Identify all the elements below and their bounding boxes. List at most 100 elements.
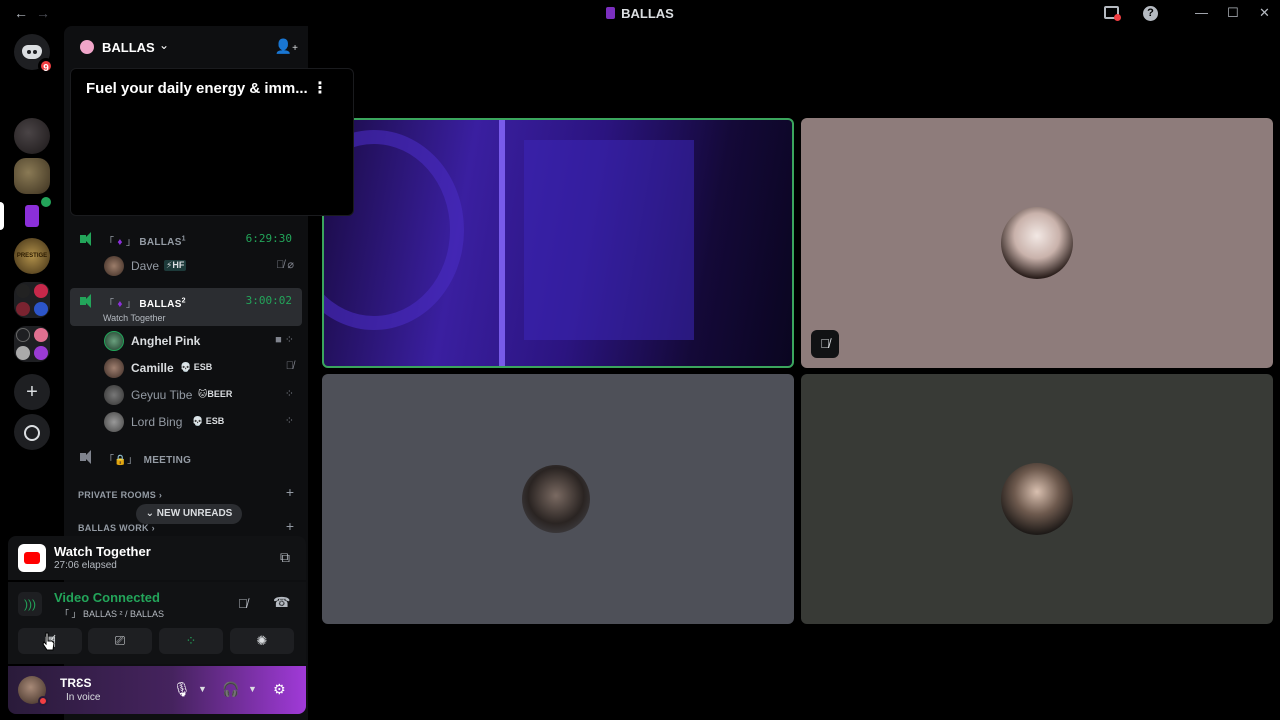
voice-user-name: Camille — [131, 361, 174, 375]
window-title-text: BALLAS — [621, 6, 674, 21]
user-tag: 💀 ESB — [180, 362, 213, 372]
folder-server-icon — [16, 346, 30, 360]
new-unreads-button[interactable]: ⌄ NEW UNREADS — [136, 504, 242, 524]
channel-timer: 3:00:02 — [245, 294, 292, 307]
voice-user-name: Dave — [131, 259, 160, 273]
voice-location[interactable]: 「 」 BALLAS ² / BALLAS — [60, 607, 164, 620]
voice-user[interactable]: Lord Bing 💀 ESB ⁘ — [104, 410, 302, 434]
folder-server-icon — [34, 346, 48, 360]
voice-user[interactable]: Geyuu Tibe 🐱BEER ⁘ — [104, 383, 302, 407]
speaker-icon — [80, 232, 94, 246]
channel-activity: Watch Together — [103, 313, 166, 323]
participant-tile[interactable] — [801, 374, 1273, 624]
more-options-icon[interactable]: ⋮ — [312, 78, 328, 98]
activities-button[interactable]: ⁘ — [159, 628, 223, 654]
voice-channel-meeting[interactable]: 「🔒」 MEETING — [70, 444, 302, 472]
minimize-button[interactable]: — — [1195, 5, 1208, 20]
participant-tile[interactable] — [322, 374, 794, 624]
ballas-logo-icon — [25, 205, 39, 227]
user-tag: ⚡HF — [164, 260, 187, 271]
settings-gear-icon[interactable]: ⚙ — [273, 681, 286, 698]
signal-icon[interactable]: ))) — [18, 592, 42, 616]
screen-share-button[interactable]: ⎚ — [88, 628, 152, 654]
server-logo-icon — [606, 7, 616, 19]
soundboard-button[interactable]: ✺ — [230, 628, 294, 654]
inbox-icon[interactable] — [1104, 6, 1121, 21]
server-icon-ballas[interactable] — [14, 194, 54, 234]
speaker-icon — [80, 450, 94, 464]
voice-channel-ballas-1[interactable]: 「 ♦ 」 BALLAS1 6:29:30 — [70, 226, 302, 254]
voice-user[interactable]: Anghel Pink ■ ⁘ — [104, 329, 302, 353]
activity-icon: ⁘ — [284, 388, 294, 400]
category-ballas-work[interactable]: BALLAS WORK › — [78, 523, 155, 533]
category-private-rooms[interactable]: PRIVATE ROOMS › — [78, 490, 162, 500]
channel-timer: 6:29:30 — [245, 232, 292, 245]
create-channel-icon[interactable]: + — [286, 484, 294, 500]
popout-icon[interactable]: ⧉ — [280, 549, 290, 566]
invite-plus: + — [292, 43, 298, 54]
screen-content — [499, 120, 505, 366]
chevron-down-icon[interactable]: ▼ — [248, 684, 257, 694]
folder-server-icon — [34, 328, 48, 342]
server-icon[interactable] — [14, 118, 50, 154]
event-title: Fuel your daily energy & imm... — [86, 80, 308, 97]
participant-tile[interactable]: 🎙̸ — [801, 118, 1273, 368]
active-server-indicator — [0, 202, 4, 230]
username[interactable]: TRƐS — [60, 676, 92, 690]
user-panel: TRƐS In voice 🎙 ▼ 🎧 ▼ ⚙ — [8, 666, 306, 714]
screen-share-tile[interactable] — [322, 118, 794, 368]
server-folder[interactable] — [14, 326, 50, 362]
screen-content — [524, 140, 694, 340]
event-card[interactable]: Fuel your daily energy & imm... ⋮ — [70, 68, 354, 216]
server-icon-prestige[interactable]: PRESTIGE — [14, 238, 50, 274]
avatar — [104, 358, 124, 378]
title-bar: ← → BALLAS ? — ☐ ✕ — [0, 0, 1280, 26]
explore-servers-button[interactable] — [14, 414, 50, 450]
folder-server-icon — [16, 284, 30, 298]
noise-suppression-icon[interactable]: 〰̸ — [238, 596, 248, 611]
voice-user[interactable]: Dave ⚡HF 🎙̸ ⌀ — [104, 254, 302, 278]
headphones-icon[interactable]: 🎧 — [222, 681, 239, 698]
voice-status[interactable]: Video Connected — [54, 590, 160, 605]
user-tag: 🐱BEER — [198, 389, 233, 399]
window-title: BALLAS — [0, 6, 1280, 21]
microphone-icon[interactable]: 🎙 — [173, 681, 191, 698]
muted-icon: 🎙̸ — [811, 330, 839, 358]
voice-user[interactable]: Camille 💀 ESB 🎙̸ — [104, 356, 302, 380]
discord-logo-icon — [22, 45, 42, 59]
server-name: BALLAS — [102, 40, 155, 55]
home-button[interactable]: 9 — [14, 34, 54, 74]
muted-icon: 🎙̸ ⌀ — [276, 259, 294, 271]
voice-channel-ballas-2[interactable]: 「 ♦ 」 BALLAS2 3:00:02 Watch Together — [70, 288, 302, 326]
compass-icon — [24, 424, 40, 441]
channel-name: 「🔒」 MEETING — [104, 455, 192, 466]
close-button[interactable]: ✕ — [1259, 5, 1270, 21]
muted-icon: 🎙̸ — [285, 360, 294, 372]
server-folder[interactable] — [14, 282, 50, 318]
channel-name: 「 ♦ 」 BALLAS1 — [104, 235, 186, 248]
server-header[interactable]: BALLAS ⌄ 👤+ — [64, 26, 308, 68]
folder-server-icon — [16, 328, 30, 342]
status-indicator — [38, 696, 48, 706]
activity-elapsed: 27:06 elapsed — [54, 560, 117, 571]
avatar — [104, 256, 124, 276]
help-icon[interactable]: ? — [1143, 6, 1158, 21]
youtube-icon — [18, 544, 46, 572]
chevron-down-icon[interactable]: ▼ — [198, 684, 207, 694]
activity-badge — [38, 194, 54, 210]
invite-people-icon[interactable]: 👤+ — [275, 38, 298, 55]
add-server-button[interactable]: + — [14, 374, 50, 410]
disconnect-icon[interactable]: ☎ — [273, 594, 290, 611]
avatar — [104, 331, 124, 351]
server-icon[interactable] — [14, 158, 50, 194]
voice-user-name: Anghel Pink — [131, 334, 201, 348]
video-activity-icon: ■ ⁘ — [275, 334, 294, 346]
maximize-button[interactable]: ☐ — [1227, 5, 1239, 21]
avatar — [1001, 463, 1073, 535]
voice-user-name: Geyuu Tibe — [131, 388, 193, 402]
avatar — [104, 412, 124, 432]
create-channel-icon[interactable]: + — [286, 518, 294, 534]
chevron-down-icon: ⌄ — [159, 38, 170, 52]
user-tag: 💀 ESB — [192, 416, 225, 426]
folder-server-icon — [16, 302, 30, 316]
